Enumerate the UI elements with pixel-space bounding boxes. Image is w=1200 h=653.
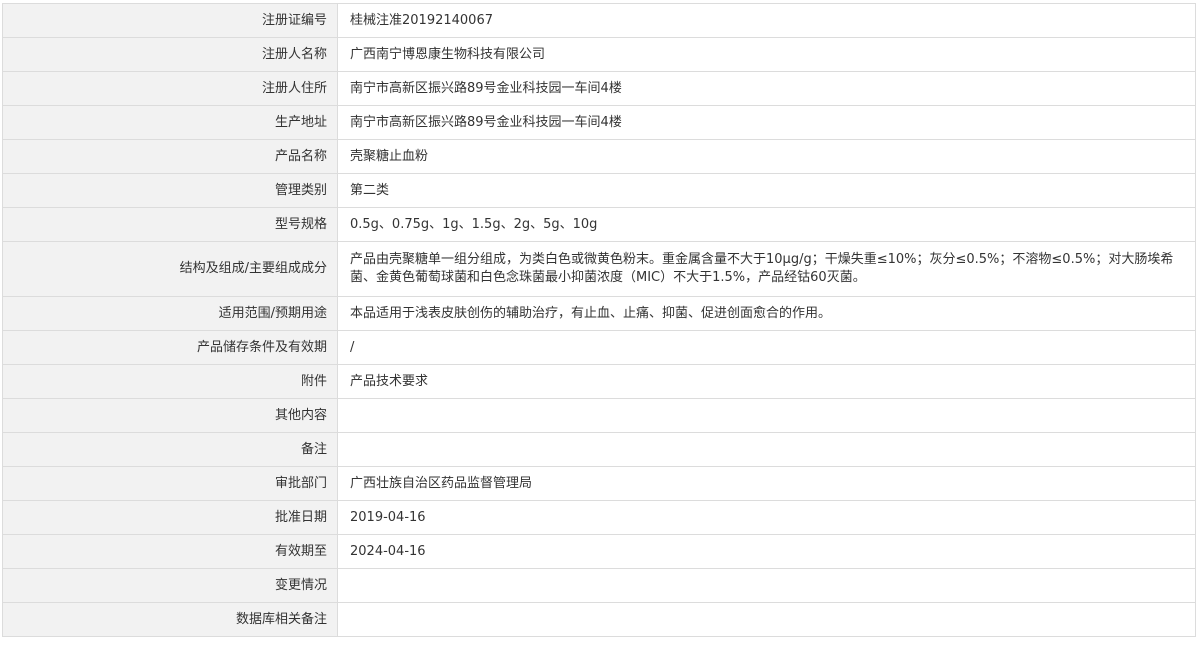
row-label: 产品名称 [2,139,338,174]
row-label: 其他内容 [2,398,338,433]
row-label: 备注 [2,432,338,467]
table-row: 型号规格 0.5g、0.75g、1g、1.5g、2g、5g、10g [2,207,1196,242]
row-label: 生产地址 [2,105,338,140]
row-label: 注册人住所 [2,71,338,106]
row-value: 壳聚糖止血粉 [337,139,1196,174]
row-label: 产品储存条件及有效期 [2,330,338,365]
row-label: 注册人名称 [2,37,338,72]
row-value: 第二类 [337,173,1196,208]
row-value [337,568,1196,603]
row-value [337,432,1196,467]
row-value: 桂械注准20192140067 [337,3,1196,38]
row-label: 适用范围/预期用途 [2,296,338,331]
row-label: 型号规格 [2,207,338,242]
table-row: 批准日期 2019-04-16 [2,500,1196,535]
table-row: 产品储存条件及有效期 / [2,330,1196,365]
row-label: 批准日期 [2,500,338,535]
registration-table: 注册证编号 桂械注准20192140067 注册人名称 广西南宁博恩康生物科技有… [2,3,1196,637]
table-row: 注册人住所 南宁市高新区振兴路89号金业科技园一车间4楼 [2,71,1196,106]
table-row: 注册证编号 桂械注准20192140067 [2,3,1196,38]
row-label: 结构及组成/主要组成成分 [2,241,338,297]
row-value: 广西壮族自治区药品监督管理局 [337,466,1196,501]
table-row: 审批部门 广西壮族自治区药品监督管理局 [2,466,1196,501]
registration-certificate: 注册证编号 桂械注准20192140067 注册人名称 广西南宁博恩康生物科技有… [2,3,1196,637]
row-value [337,398,1196,433]
table-row: 生产地址 南宁市高新区振兴路89号金业科技园一车间4楼 [2,105,1196,140]
row-label: 审批部门 [2,466,338,501]
row-value: 南宁市高新区振兴路89号金业科技园一车间4楼 [337,105,1196,140]
table-row: 产品名称 壳聚糖止血粉 [2,139,1196,174]
row-value: / [337,330,1196,365]
table-row: 数据库相关备注 [2,602,1196,637]
table-row: 备注 [2,432,1196,467]
row-label: 附件 [2,364,338,399]
row-value: 产品技术要求 [337,364,1196,399]
row-value: 产品由壳聚糖单一组分组成，为类白色或微黄色粉末。重金属含量不大于10μg/g；干… [337,241,1196,297]
row-value: 2024-04-16 [337,534,1196,569]
row-value: 2019-04-16 [337,500,1196,535]
table-row: 有效期至 2024-04-16 [2,534,1196,569]
row-label: 数据库相关备注 [2,602,338,637]
row-value [337,602,1196,637]
table-row: 结构及组成/主要组成成分 产品由壳聚糖单一组分组成，为类白色或微黄色粉末。重金属… [2,241,1196,297]
row-value: 0.5g、0.75g、1g、1.5g、2g、5g、10g [337,207,1196,242]
table-row: 适用范围/预期用途 本品适用于浅表皮肤创伤的辅助治疗，有止血、止痛、抑菌、促进创… [2,296,1196,331]
table-row: 注册人名称 广西南宁博恩康生物科技有限公司 [2,37,1196,72]
row-label: 变更情况 [2,568,338,603]
table-row: 附件 产品技术要求 [2,364,1196,399]
table-row: 管理类别 第二类 [2,173,1196,208]
row-value: 广西南宁博恩康生物科技有限公司 [337,37,1196,72]
row-label: 注册证编号 [2,3,338,38]
table-row: 其他内容 [2,398,1196,433]
table-row: 变更情况 [2,568,1196,603]
row-value: 南宁市高新区振兴路89号金业科技园一车间4楼 [337,71,1196,106]
row-value: 本品适用于浅表皮肤创伤的辅助治疗，有止血、止痛、抑菌、促进创面愈合的作用。 [337,296,1196,331]
row-label: 管理类别 [2,173,338,208]
row-label: 有效期至 [2,534,338,569]
